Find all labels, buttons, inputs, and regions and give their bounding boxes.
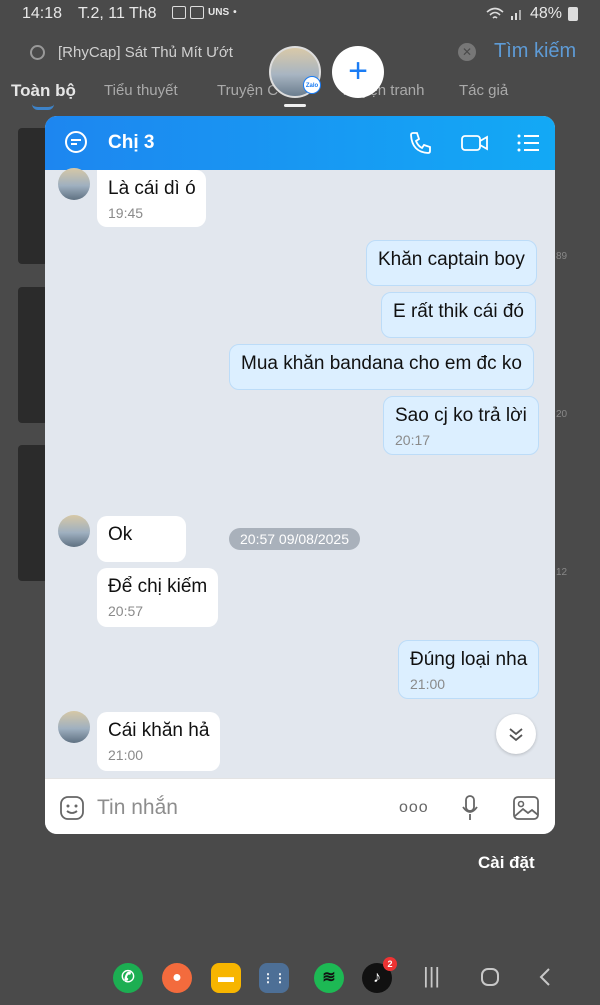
clear-icon[interactable]: ✕ [458,43,476,61]
app-drawer-icon[interactable]: ⋮⋮ [259,963,289,993]
phone-app-icon[interactable]: ✆ [113,963,143,993]
files-app-icon[interactable]: ▬ [211,963,241,993]
message-bubble[interactable]: Khăn captain boy [366,240,537,286]
background-count: 89 [556,251,568,262]
message-time: 19:45 [108,205,144,221]
message-time: 20:17 [395,432,431,448]
message-text: Là cái dì ó [108,178,196,199]
message-text: Đúng loại nha [410,649,528,670]
tab-all[interactable]: Toàn bộ [11,81,76,101]
date-separator: 20:57 09/08/2025 [229,528,360,550]
sticker-icon[interactable] [59,795,85,821]
tab-novel[interactable]: Tiểu thuyết [104,82,178,99]
image-notification-icon [172,6,186,19]
tab-indicator [32,104,54,110]
back-icon[interactable] [538,967,552,987]
chat-title: Chị 3 [108,132,155,153]
message-input[interactable]: Tin nhắn [97,796,178,820]
chat-head-indicator [284,104,306,107]
chat-header: Chị 3 [45,116,555,170]
message-time: 20:57 [108,603,144,619]
message-bubble[interactable]: Mua khăn bandana cho em đc ko [229,344,534,390]
message-text: Khăn captain boy [378,249,525,270]
contact-avatar[interactable] [58,711,90,743]
contacts-app-icon[interactable]: ● [162,963,192,993]
status-bar: 14:18 T.2, 11 Th8 UNS • 48% [0,0,600,30]
message-bubble[interactable]: Là cái dì ó 19:45 [97,170,206,227]
message-bubble[interactable]: Đúng loại nha 21:00 [398,640,540,699]
menu-list-icon[interactable] [515,130,541,156]
tiktok-badge: 2 [383,957,397,971]
home-icon[interactable] [480,967,500,987]
more-options-icon[interactable]: ooo [399,799,429,817]
battery-icon [568,7,578,21]
message-bubble[interactable]: E rất thik cái đó [381,292,536,338]
new-chat-button[interactable]: + [332,46,384,98]
scroll-to-bottom-button[interactable] [496,714,536,754]
status-time: 14:18 [22,5,63,22]
message-text: Để chị kiếm [108,576,208,597]
tab-author[interactable]: Tác giả [459,82,508,99]
app-dock: ✆ ● ▬ ⋮⋮ ≋ ♪ 2 ||| [0,955,600,999]
chat-bubble-icon[interactable] [63,130,89,156]
double-chevron-down-icon [509,728,523,742]
search-icon [30,45,45,60]
status-right: 48% [486,5,578,23]
background-count: 12 [556,567,568,578]
recent-apps-icon[interactable]: ||| [423,963,440,989]
tiktok-app-icon[interactable]: ♪ 2 [362,957,397,993]
spotify-app-icon[interactable]: ≋ [314,963,344,993]
settings-button[interactable]: Cài đặt [478,853,535,873]
message-text: Sao cj ko trả lời [395,405,527,426]
message-time: 21:00 [410,676,446,692]
background-thumbnail[interactable] [18,445,48,581]
video-call-icon[interactable] [460,130,490,156]
tab-story[interactable]: Truyện C [217,82,278,99]
microphone-icon[interactable] [461,795,479,821]
message-list[interactable]: Là cái dì ó 19:45 Khăn captain boy E rất… [45,168,555,778]
message-bubble[interactable]: Cái khăn hả 21:00 [97,712,221,771]
message-composer: Tin nhắn ooo [45,778,555,834]
contact-avatar[interactable] [58,515,90,547]
message-text: E rất thik cái đó [393,301,524,322]
message-bubble[interactable]: Sao cj ko trả lời 20:17 [383,396,539,455]
message-time: 21:00 [108,747,144,763]
background-count: 20 [556,409,568,420]
background-search-button[interactable]: Tìm kiếm [494,40,576,63]
background-search-query: [RhyCap] Sát Thủ Mít Ướt [58,44,233,61]
image-icon[interactable] [512,795,540,821]
battery-text: 48% [529,5,562,22]
signal-icon [510,10,521,20]
wifi-icon [486,7,504,19]
message-text: Mua khăn bandana cho em đc ko [241,353,522,374]
uns-notification-icon: UNS [208,7,230,18]
phone-icon[interactable] [407,130,433,156]
background-thumbnail[interactable] [18,128,48,264]
message-bubble[interactable]: Ok [97,516,186,562]
chat-window: Chị 3 Là cái dì ó 19:45 Khăn captain boy… [45,116,555,834]
notification-icons: UNS • [172,6,237,19]
message-text: Ok [108,524,133,545]
status-date: T.2, 11 Th8 [78,5,157,22]
message-bubble[interactable]: Để chị kiếm 20:57 [97,568,219,627]
chat-head-avatar[interactable]: Zalo [269,46,321,98]
contact-avatar[interactable] [58,168,90,200]
dot-icon: • [233,7,237,18]
message-text: Cái khăn hả [108,720,210,741]
background-search-bar[interactable]: [RhyCap] Sát Thủ Mít Ướt ✕ [18,36,488,70]
zalo-badge-icon: Zalo [303,76,321,94]
check-notification-icon [190,6,204,19]
background-thumbnail[interactable] [18,287,48,423]
